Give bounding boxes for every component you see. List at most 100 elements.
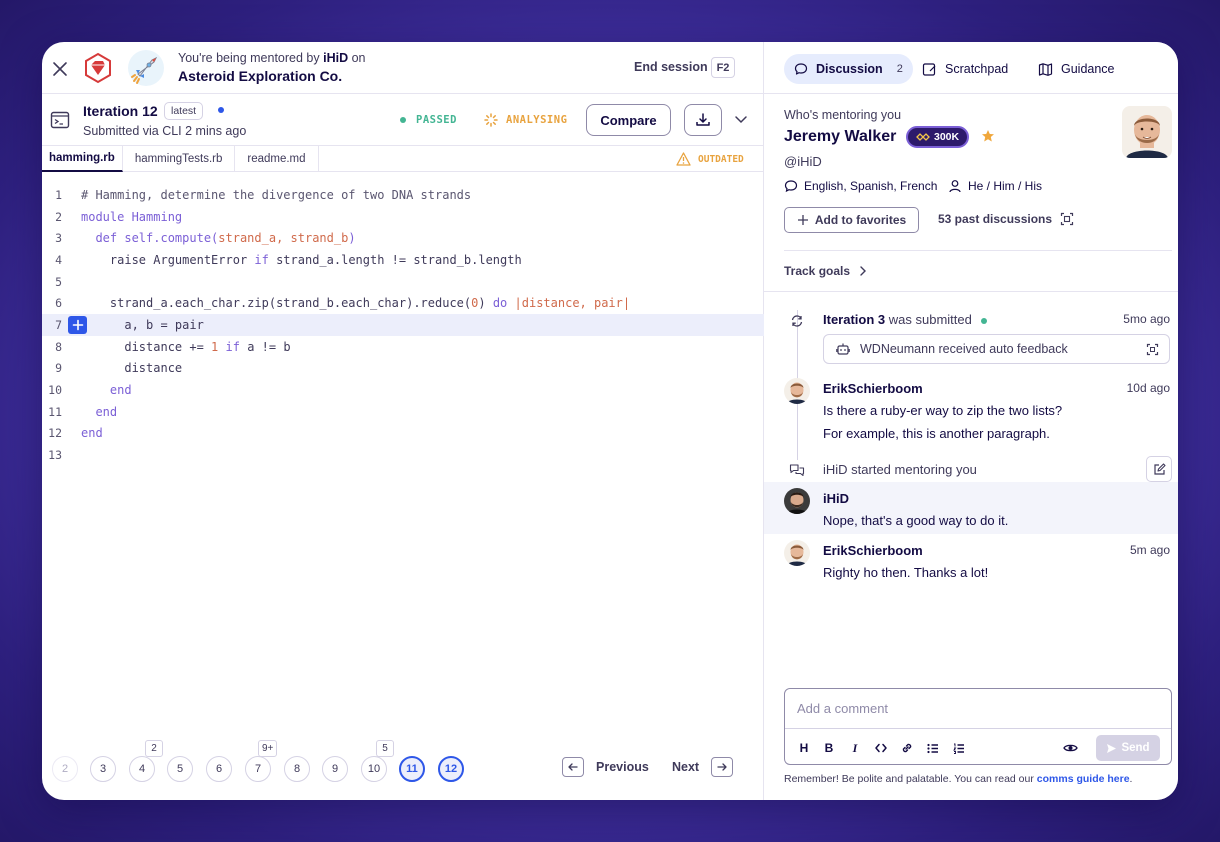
arrow-left-icon bbox=[562, 757, 584, 777]
line-number: 1 bbox=[55, 187, 62, 202]
code-text: a, b = pair bbox=[81, 317, 204, 332]
code-line: 3 def self.compute(strand_a, strand_b) bbox=[42, 227, 764, 249]
avatar bbox=[784, 488, 810, 514]
close-icon[interactable] bbox=[50, 59, 70, 79]
code-viewer: 1 # Hamming, determine the divergence of … bbox=[42, 184, 764, 466]
past-discussions-label: 53 past discussions bbox=[938, 212, 1053, 226]
code-line: 4 raise ArgumentError if strand_a.length… bbox=[42, 249, 764, 271]
line-number: 5 bbox=[55, 274, 62, 289]
iteration-title: Iteration 12 bbox=[83, 103, 158, 119]
file-tab-hamming-tests[interactable]: hammingTests.rb bbox=[123, 146, 236, 172]
file-tab-readme[interactable]: readme.md bbox=[235, 146, 319, 172]
code-text: end bbox=[81, 383, 132, 398]
code-text: def self.compute(strand_a, strand_b) bbox=[81, 231, 355, 245]
discussion-count: 2 bbox=[896, 63, 903, 75]
code-line: 13 bbox=[42, 444, 764, 466]
download-icon bbox=[696, 113, 710, 126]
next-button[interactable]: Next bbox=[672, 757, 734, 777]
download-button[interactable] bbox=[684, 104, 722, 136]
tab-guidance-label: Guidance bbox=[1061, 62, 1115, 76]
file-tab-hamming[interactable]: hamming.rb bbox=[42, 146, 123, 172]
code-line: 9 distance bbox=[42, 358, 764, 380]
page-button[interactable]: 6 bbox=[206, 756, 232, 782]
mentor-summary: You're being mentored by iHiD on Asteroi… bbox=[178, 51, 365, 84]
page-button[interactable]: 8 bbox=[284, 756, 310, 782]
rocket-icon bbox=[128, 50, 164, 86]
comment-post-highlighted: iHiD Nope, that's a good way to do it. bbox=[764, 482, 1178, 534]
tab-scratchpad[interactable]: Scratchpad bbox=[912, 54, 1018, 84]
add-to-favorites-button[interactable]: Add to favorites bbox=[784, 207, 919, 233]
compare-button[interactable]: Compare bbox=[586, 104, 671, 136]
line-number: 12 bbox=[48, 426, 62, 441]
numbered-list-button[interactable] bbox=[950, 739, 968, 757]
exercise-title: Asteroid Exploration Co. bbox=[178, 68, 343, 84]
comment-input[interactable] bbox=[785, 689, 1171, 729]
mentor-heading: Who's mentoring you bbox=[784, 108, 902, 122]
chats-icon bbox=[789, 464, 805, 477]
unread-dot bbox=[218, 107, 224, 113]
bullet-list-button[interactable] bbox=[924, 739, 942, 757]
ruby-track-icon bbox=[85, 52, 111, 84]
comment-timestamp: 10d ago bbox=[1126, 381, 1170, 395]
line-number: 8 bbox=[55, 339, 62, 354]
preview-button[interactable] bbox=[1061, 739, 1079, 757]
comment-composer: H B I Sen bbox=[784, 688, 1172, 765]
previous-button[interactable]: Previous bbox=[562, 757, 649, 777]
page-button[interactable]: 3 bbox=[90, 756, 116, 782]
send-button[interactable]: Send bbox=[1096, 735, 1160, 761]
line-number: 10 bbox=[48, 383, 62, 398]
right-tabs: Discussion 2 Scratchpad Guidance bbox=[764, 42, 1178, 94]
comment-body: Nope, that's a good way to do it. bbox=[823, 513, 1009, 528]
expand-icon bbox=[1146, 343, 1159, 355]
page-comment-count: 2 bbox=[145, 740, 163, 757]
mentor-languages: English, Spanish, French bbox=[784, 179, 937, 193]
comment-author: iHiD bbox=[823, 491, 849, 506]
comment-paragraph: Is there a ruby-er way to zip the two li… bbox=[823, 403, 1063, 418]
code-line: 11 end bbox=[42, 401, 764, 423]
track-goals-toggle[interactable]: Track goals bbox=[784, 264, 868, 278]
edit-button[interactable] bbox=[1146, 456, 1172, 482]
mentor-handle: iHiD bbox=[323, 51, 349, 65]
page-button[interactable]: 10 bbox=[361, 756, 387, 782]
etiquette-notice: Remember! Be polite and palatable. You c… bbox=[784, 773, 1132, 785]
code-text: end bbox=[81, 426, 103, 441]
link-button[interactable] bbox=[898, 739, 916, 757]
auto-feedback-box[interactable]: WDNeumann received auto feedback bbox=[823, 334, 1170, 364]
tests-passed-status: PASSED bbox=[400, 114, 457, 126]
iteration-header: Iteration 12 latest Submitted via CLI 2 … bbox=[42, 94, 763, 146]
mentor-prefix: You're being mentored by bbox=[178, 51, 320, 65]
page-button[interactable]: 9 bbox=[322, 756, 348, 782]
code-button[interactable] bbox=[872, 739, 890, 757]
page-button[interactable]: 5 bbox=[167, 756, 193, 782]
tab-discussion[interactable]: Discussion 2 bbox=[784, 54, 913, 84]
comment-body: Is there a ruby-er way to zip the two li… bbox=[823, 400, 1062, 445]
code-line: 5 bbox=[42, 271, 764, 293]
mentor-avatar bbox=[1122, 106, 1172, 158]
bold-button[interactable]: B bbox=[820, 739, 838, 757]
italic-button[interactable]: I bbox=[846, 739, 864, 757]
heading-button[interactable]: H bbox=[795, 739, 813, 757]
chevron-down-icon[interactable] bbox=[732, 110, 750, 128]
end-session-shortcut: F2 bbox=[711, 57, 735, 78]
chevron-right-icon bbox=[860, 266, 867, 276]
auto-feedback-text: WDNeumann received auto feedback bbox=[860, 342, 1068, 356]
favorites-label: Add to favorites bbox=[814, 213, 907, 227]
page-button[interactable]: 4 bbox=[129, 756, 155, 782]
past-discussions-link[interactable]: 53 past discussions bbox=[938, 212, 1074, 226]
notepad-icon bbox=[922, 62, 936, 76]
page-button[interactable]: 7 bbox=[245, 756, 271, 782]
mentor-card: Who's mentoring you Jeremy Walker 300K @… bbox=[764, 94, 1178, 292]
tab-guidance[interactable]: Guidance bbox=[1028, 54, 1125, 84]
page-button-current[interactable]: 12 bbox=[438, 756, 464, 782]
outdated-warning: OUTDATED bbox=[676, 152, 744, 166]
edit-icon bbox=[1153, 462, 1166, 475]
end-session-button[interactable]: End session bbox=[634, 60, 708, 74]
etiquette-suffix: . bbox=[1129, 773, 1133, 785]
numbered-list-icon bbox=[953, 743, 964, 754]
page-button-current[interactable]: 11 bbox=[399, 756, 425, 782]
iteration-submitted: Submitted via CLI 2 mins ago bbox=[83, 124, 247, 138]
event-timestamp: 5mo ago bbox=[1123, 312, 1170, 326]
page-button[interactable]: 2 bbox=[52, 756, 78, 782]
comms-guide-link[interactable]: comms guide here bbox=[1037, 773, 1130, 785]
expand-icon bbox=[1060, 212, 1074, 226]
